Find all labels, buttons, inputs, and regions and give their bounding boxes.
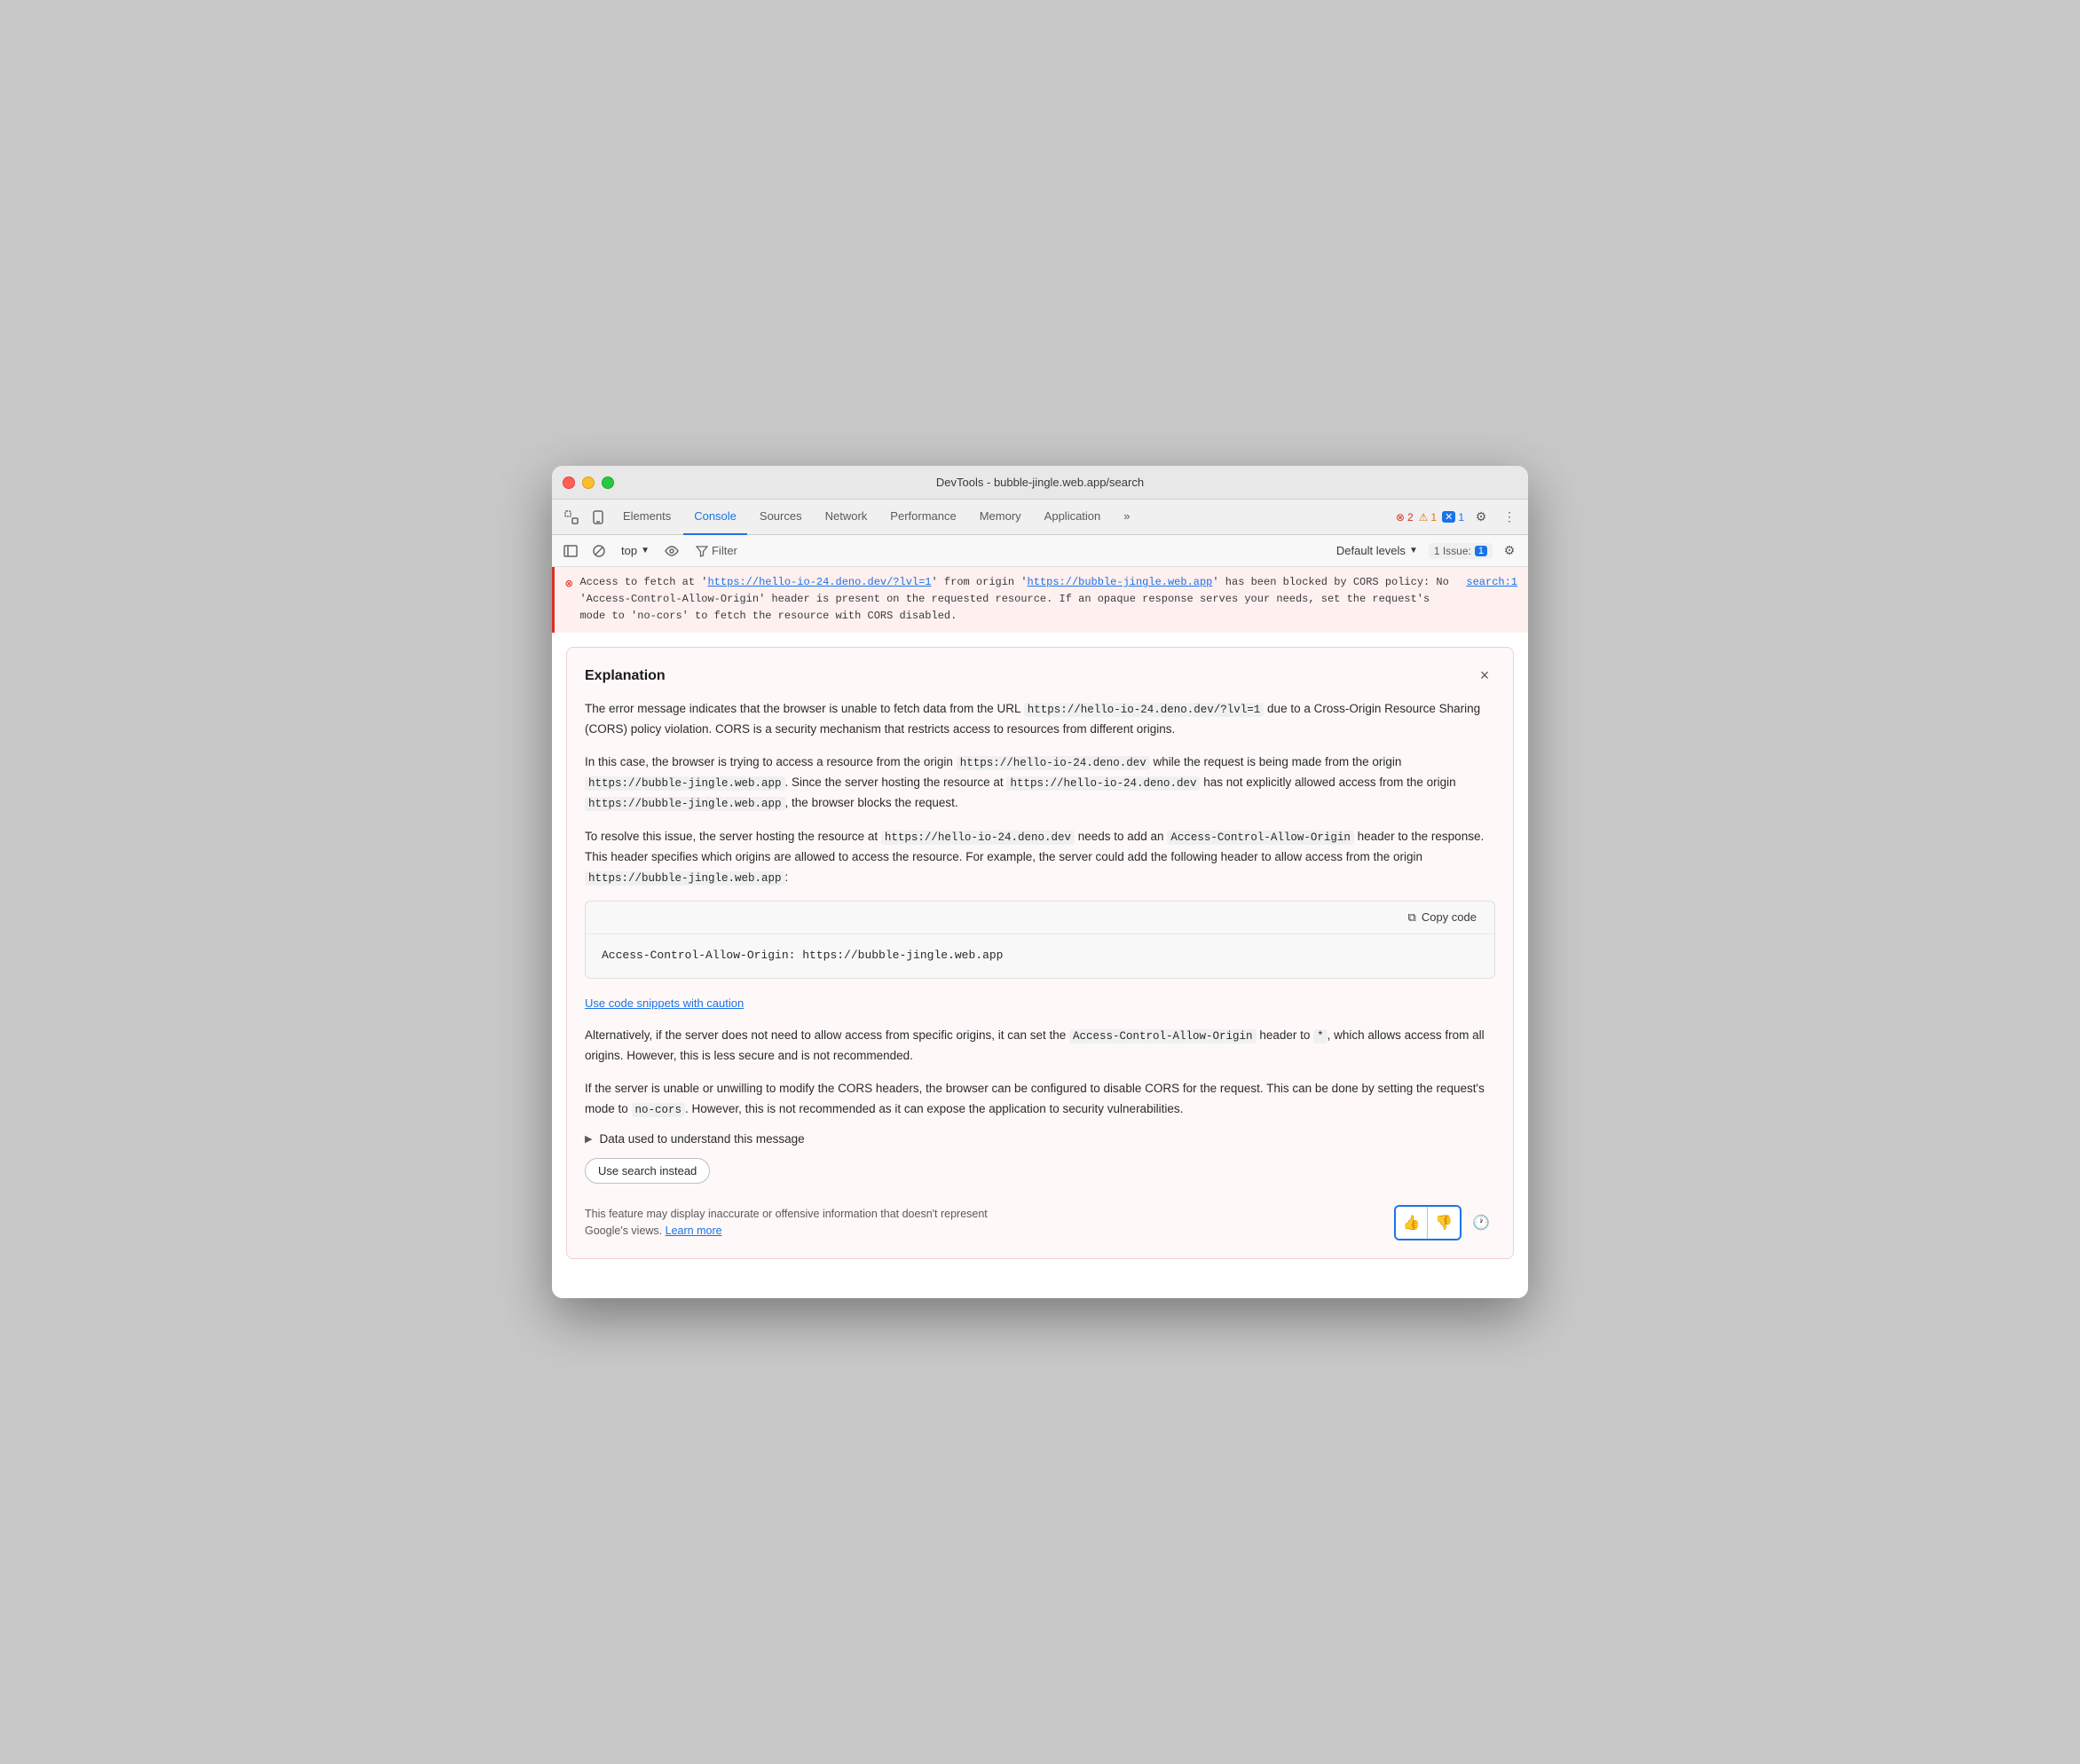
- titlebar: DevTools - bubble-jingle.web.app/search: [552, 466, 1528, 500]
- error-icon: ⊗: [1396, 511, 1405, 524]
- default-levels-selector[interactable]: Default levels ▼: [1331, 542, 1423, 559]
- warn-badge: ⚠ 1: [1419, 511, 1437, 524]
- chevron-down-icon: ▼: [1409, 546, 1418, 555]
- error-message-text: Access to fetch at 'https://hello-io-24.…: [579, 574, 1459, 626]
- window-title: DevTools - bubble-jingle.web.app/search: [936, 476, 1144, 489]
- console-content: ⊗ Access to fetch at 'https://hello-io-2…: [552, 567, 1528, 1259]
- explanation-panel: Explanation × The error message indicate…: [566, 647, 1514, 1260]
- console-settings-icon[interactable]: ⚙: [1498, 539, 1521, 563]
- tab-elements[interactable]: Elements: [612, 500, 682, 535]
- copy-icon: ⧉: [1408, 910, 1416, 925]
- close-explanation-button[interactable]: ×: [1474, 665, 1495, 687]
- explanation-paragraph-5: If the server is unable or unwilling to …: [585, 1079, 1495, 1120]
- error-line: ⊗ Access to fetch at 'https://hello-io-2…: [552, 567, 1528, 633]
- warn-icon: ⚠: [1419, 511, 1429, 524]
- tab-memory[interactable]: Memory: [969, 500, 1032, 535]
- tab-performance[interactable]: Performance: [879, 500, 966, 535]
- explanation-header: Explanation ×: [585, 665, 1495, 687]
- filter-button[interactable]: Filter: [689, 542, 745, 559]
- code-block: ⧉ Copy code Access-Control-Allow-Origin:…: [585, 901, 1495, 979]
- thumbs-up-button[interactable]: 👍: [1396, 1207, 1428, 1239]
- disclaimer-text: This feature may display inaccurate or o…: [585, 1206, 1028, 1240]
- disclaimer: This feature may display inaccurate or o…: [585, 1205, 1495, 1240]
- tab-more[interactable]: »: [1113, 500, 1140, 535]
- error-url-link[interactable]: https://hello-io-24.deno.dev/?lvl=1: [707, 576, 931, 588]
- code-block-header: ⧉ Copy code: [586, 902, 1494, 934]
- explanation-paragraph-3: To resolve this issue, the server hostin…: [585, 827, 1495, 888]
- traffic-lights: [563, 476, 614, 489]
- use-search-button[interactable]: Use search instead: [585, 1158, 710, 1184]
- issue-badge: 1 Issue: 1: [1429, 543, 1493, 559]
- tab-network[interactable]: Network: [815, 500, 878, 535]
- copy-code-button[interactable]: ⧉ Copy code: [1399, 907, 1485, 928]
- learn-more-link[interactable]: Learn more: [666, 1225, 722, 1237]
- feedback-area: 👍 👎 🕐: [1394, 1205, 1495, 1240]
- eye-icon[interactable]: [660, 539, 683, 563]
- chevron-down-icon: ▼: [641, 546, 650, 555]
- devtools-body: Elements Console Sources Network Perform…: [552, 500, 1528, 1298]
- tab-console[interactable]: Console: [683, 500, 747, 535]
- error-file-link[interactable]: search:1: [1466, 574, 1517, 591]
- devtools-window: DevTools - bubble-jingle.web.app/search …: [552, 466, 1528, 1298]
- inspect-element-icon[interactable]: [559, 505, 584, 530]
- triangle-icon: ▶: [585, 1133, 592, 1145]
- tab-application[interactable]: Application: [1034, 500, 1112, 535]
- tab-bar-right: ⊗ 2 ⚠ 1 ✕ 1 ⚙ ⋮: [1396, 506, 1521, 529]
- console-toolbar: top ▼ Filter Default levels ▼: [552, 535, 1528, 567]
- sidebar-toggle-icon[interactable]: [559, 539, 582, 563]
- minimize-traffic-light[interactable]: [582, 476, 595, 489]
- thumbs-down-button[interactable]: 👎: [1428, 1207, 1460, 1239]
- explanation-paragraph-1: The error message indicates that the bro…: [585, 699, 1495, 740]
- data-used-section[interactable]: ▶ Data used to understand this message: [585, 1132, 1495, 1146]
- error-badge: ⊗ 2: [1396, 511, 1414, 524]
- explanation-title: Explanation: [585, 668, 666, 684]
- explanation-paragraph-4: Alternatively, if the server does not ne…: [585, 1026, 1495, 1067]
- tab-bar: Elements Console Sources Network Perform…: [552, 500, 1528, 535]
- info-badge: ✕ 1: [1442, 511, 1464, 524]
- feedback-info-button[interactable]: 🕐: [1467, 1209, 1495, 1237]
- more-options-icon[interactable]: ⋮: [1498, 506, 1521, 529]
- explanation-paragraph-2: In this case, the browser is trying to a…: [585, 752, 1495, 815]
- maximize-traffic-light[interactable]: [602, 476, 614, 489]
- caution-link[interactable]: Use code snippets with caution: [585, 996, 744, 1010]
- code-snippet: Access-Control-Allow-Origin: https://bub…: [586, 934, 1494, 978]
- info-icon: ✕: [1442, 511, 1455, 523]
- context-selector[interactable]: top ▼: [616, 542, 655, 559]
- issue-count-badge: 1: [1475, 546, 1487, 556]
- origin-url-link[interactable]: https://bubble-jingle.web.app: [1028, 576, 1213, 588]
- close-traffic-light[interactable]: [563, 476, 575, 489]
- error-circle-icon: ⊗: [565, 575, 572, 595]
- device-toolbar-icon[interactable]: [586, 505, 611, 530]
- feedback-buttons-group: 👍 👎: [1394, 1205, 1462, 1240]
- settings-gear-icon[interactable]: ⚙: [1469, 506, 1493, 529]
- clear-console-icon[interactable]: [587, 539, 611, 563]
- tab-sources[interactable]: Sources: [749, 500, 813, 535]
